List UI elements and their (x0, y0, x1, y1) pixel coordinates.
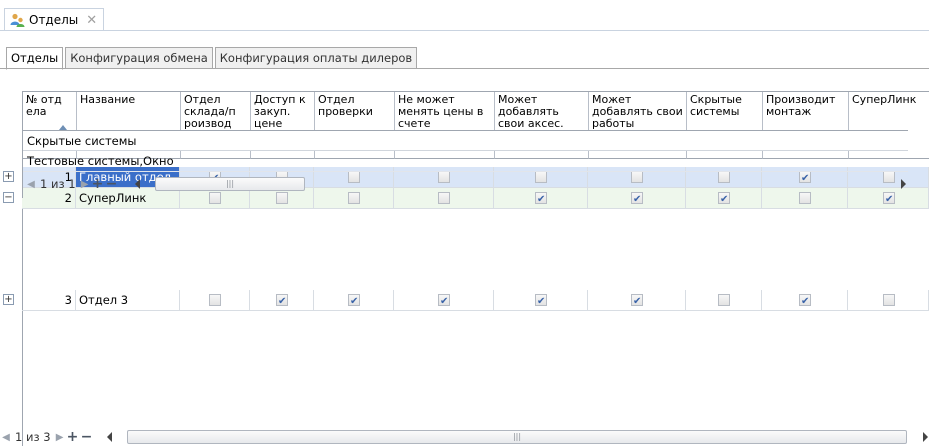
grid-pager: ◀ 1 из 3 ▶ + − (0, 427, 94, 447)
checkbox[interactable] (883, 294, 895, 306)
row-expander-icon[interactable]: − (3, 192, 14, 203)
tab-exchange-config[interactable]: Конфигурация обмена (65, 47, 213, 69)
scroll-right-icon[interactable] (901, 179, 906, 189)
cell-flag (686, 290, 762, 311)
scroll-thumb[interactable]: ||| (155, 177, 305, 191)
checkbox[interactable] (535, 292, 547, 310)
cell-flag (588, 290, 686, 311)
document-tab[interactable]: Отделы ✕ (4, 8, 105, 31)
row-expander-icon[interactable]: + (3, 294, 14, 305)
detail-panel-hidden-systems: Скрытые системы Тестовые системы,Окно ◀ … (22, 130, 908, 198)
scroll-right-icon[interactable] (923, 432, 928, 442)
cell-flag (848, 290, 929, 311)
table-row[interactable]: 3 Отдел 3 (22, 290, 929, 311)
detail-pager: ◀ 1 из 1 ▶ + − (25, 174, 119, 194)
checkbox[interactable] (799, 292, 811, 310)
sub-tab-strip: Отделы Конфигурация обмена Конфигурация … (6, 47, 419, 70)
checkbox[interactable] (276, 292, 288, 310)
add-record-icon[interactable]: + (66, 429, 80, 445)
detail-horizontal-scrollbar[interactable]: ||| (133, 176, 908, 192)
checkbox[interactable] (718, 294, 730, 306)
prev-page-icon[interactable]: ◀ (0, 432, 12, 443)
add-record-icon[interactable]: + (91, 176, 105, 192)
cell-flag (314, 290, 394, 311)
cell-name[interactable]: Отдел 3 (76, 290, 180, 311)
scroll-left-icon[interactable] (135, 179, 140, 189)
detail-row[interactable]: Тестовые системы,Окно (23, 151, 908, 172)
checkbox[interactable] (438, 292, 450, 310)
cell-flag (180, 290, 250, 311)
prev-page-icon[interactable]: ◀ (25, 179, 37, 190)
grid-horizontal-scrollbar[interactable]: ||| (105, 429, 929, 445)
close-icon[interactable]: ✕ (86, 13, 97, 28)
checkbox[interactable] (631, 292, 643, 310)
checkbox[interactable] (209, 294, 221, 306)
users-group-icon (9, 12, 25, 28)
row-expander-icon[interactable]: + (3, 171, 14, 182)
delete-record-icon[interactable]: − (80, 429, 94, 445)
next-page-icon[interactable]: ▶ (79, 179, 91, 190)
document-tab-label: Отделы (29, 13, 79, 27)
scroll-left-icon[interactable] (107, 432, 112, 442)
sub-tab-divider (0, 68, 929, 69)
tab-departments[interactable]: Отделы (6, 47, 64, 70)
next-page-icon[interactable]: ▶ (54, 432, 66, 443)
cell-flag (762, 290, 848, 311)
tab-dealer-payment-config[interactable]: Конфигурация оплаты дилеров (214, 47, 418, 69)
delete-record-icon[interactable]: − (105, 176, 119, 192)
checkbox[interactable] (348, 292, 360, 310)
grid-page-indicator: 1 из 3 (15, 430, 51, 444)
document-tab-bar (0, 0, 929, 34)
cell-flag (250, 290, 314, 311)
detail-column-header[interactable]: Скрытые системы (23, 131, 908, 151)
cell-number: 3 (22, 290, 76, 311)
cell-flag (394, 290, 494, 311)
detail-page-indicator: 1 из 1 (40, 177, 76, 191)
scroll-thumb[interactable]: ||| (127, 430, 907, 444)
tab-divider (0, 30, 929, 31)
cell-flag (494, 290, 588, 311)
